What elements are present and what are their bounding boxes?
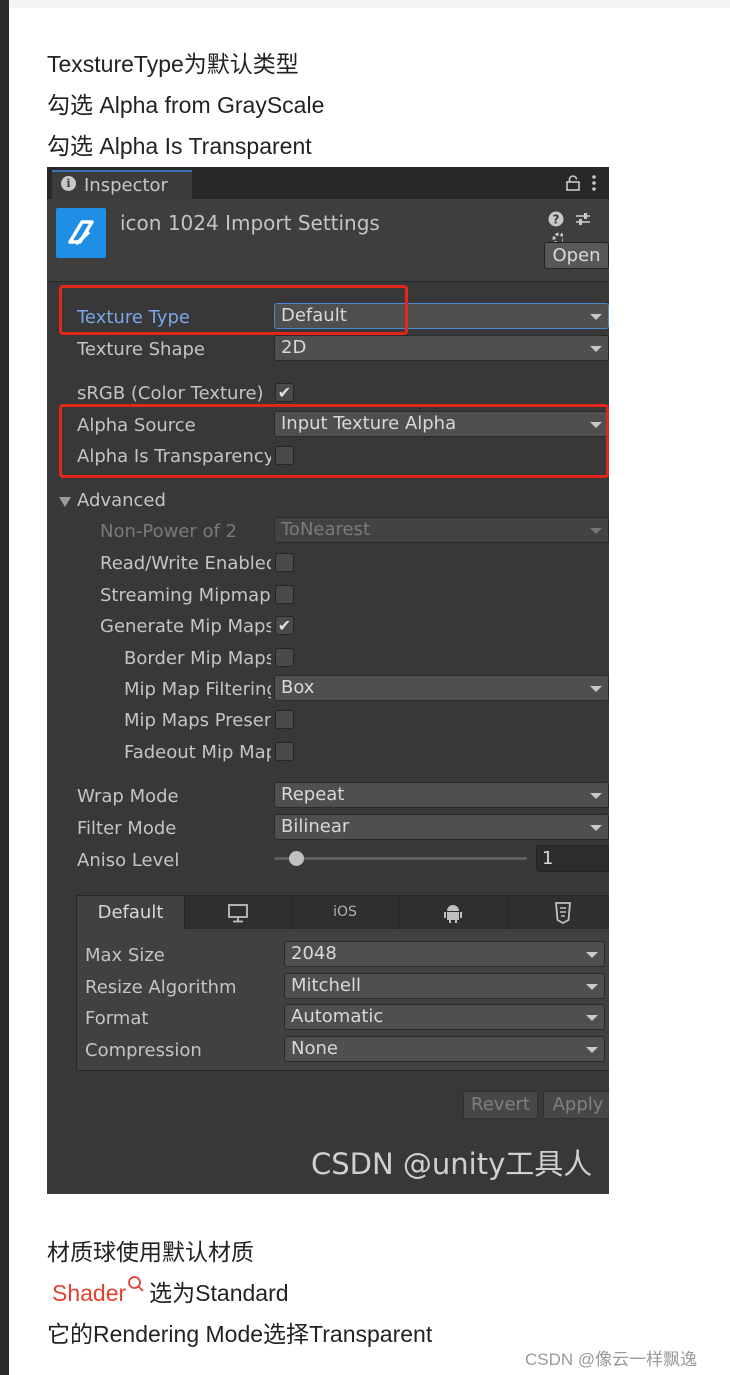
streaming-mipmaps-checkbox[interactable] — [275, 585, 294, 604]
monitor-icon — [228, 904, 248, 923]
chevron-down-icon — [586, 984, 598, 990]
aniso-slider-track[interactable] — [274, 857, 527, 860]
aniso-slider-handle[interactable] — [289, 851, 304, 866]
advanced-foldout-arrow-icon[interactable] — [59, 497, 71, 507]
texture-shape-value: 2D — [281, 337, 307, 358]
max-size-value: 2048 — [291, 943, 337, 964]
svg-text:?: ? — [553, 213, 560, 227]
non-power-of-2-label: Non-Power of 2 — [100, 521, 238, 542]
fadeout-mip-maps-checkbox[interactable] — [275, 742, 294, 761]
mip-map-filtering-label: Mip Map Filtering — [124, 679, 271, 700]
article-line-6: 它的Rendering Mode选择Transparent — [47, 1321, 433, 1347]
format-dropdown[interactable]: Automatic — [284, 1004, 605, 1030]
texture-preview-icon — [56, 208, 106, 258]
platform-tab-bar: Default iOS — [77, 896, 609, 929]
mip-maps-preserve-checkbox[interactable] — [275, 710, 294, 729]
info-icon: i — [61, 176, 76, 191]
resize-algorithm-label: Resize Algorithm — [85, 977, 237, 998]
android-icon — [444, 905, 462, 923]
fadeout-mip-maps-label: Fadeout Mip Maps — [124, 742, 271, 763]
format-value: Automatic — [291, 1006, 384, 1027]
chevron-down-icon — [590, 346, 602, 352]
chevron-down-icon — [586, 1015, 598, 1021]
srgb-label: sRGB (Color Texture) — [77, 383, 264, 404]
generate-mip-maps-label: Generate Mip Maps — [100, 616, 271, 637]
wrap-mode-dropdown[interactable]: Repeat — [274, 782, 609, 808]
import-settings-title: icon 1024 Import Settings — [120, 211, 380, 235]
platform-settings-panel: Default iOS Max Size 2048 Resize Algorit… — [76, 895, 609, 1071]
csdn-watermark: CSDN @unity工具人 — [311, 1147, 593, 1181]
mip-map-filtering-dropdown[interactable]: Box — [274, 675, 609, 701]
border-mip-maps-checkbox[interactable] — [275, 648, 294, 667]
srgb-checkbox[interactable]: ✔ — [275, 383, 294, 402]
presets-icon[interactable] — [574, 211, 592, 227]
inspector-tab-label: Inspector — [84, 175, 168, 196]
chevron-down-icon — [590, 314, 602, 320]
revert-button[interactable]: Revert — [463, 1091, 538, 1119]
chevron-down-icon — [590, 793, 602, 799]
non-power-of-2-value: ToNearest — [281, 519, 371, 540]
menu-kebab-icon[interactable] — [591, 173, 597, 193]
read-write-checkbox[interactable] — [275, 553, 294, 572]
aniso-level-field[interactable]: 1 — [536, 845, 609, 872]
tab-ios[interactable]: iOS — [292, 896, 399, 929]
tab-standalone[interactable] — [185, 896, 292, 929]
search-icon[interactable] — [127, 1275, 145, 1293]
texture-type-highlight — [59, 285, 408, 335]
import-settings-header: icon 1024 Import Settings ? Open — [47, 199, 609, 282]
filter-mode-value: Bilinear — [281, 816, 350, 837]
chevron-down-icon — [590, 825, 602, 831]
left-edge-strip — [0, 0, 9, 1375]
article-line-3: 勾选 Alpha Is Transparent — [47, 133, 312, 159]
filter-mode-dropdown[interactable]: Bilinear — [274, 814, 609, 840]
article-line-2: 勾选 Alpha from GrayScale — [47, 92, 325, 118]
inspector-screenshot: i Inspector icon 1024 Import Settings ? — [47, 167, 609, 1194]
read-write-label: Read/Write Enabled — [100, 553, 271, 574]
generate-mip-maps-checkbox[interactable]: ✔ — [275, 616, 294, 635]
top-edge-bar — [9, 0, 730, 8]
lock-icon[interactable] — [566, 175, 580, 191]
compression-value: None — [291, 1038, 338, 1059]
article-line-5-text: 选为Standard — [149, 1280, 289, 1306]
tab-webgl[interactable] — [508, 896, 609, 929]
texture-shape-dropdown[interactable]: 2D — [274, 335, 609, 361]
advanced-foldout-label[interactable]: Advanced — [77, 490, 166, 511]
max-size-label: Max Size — [85, 945, 165, 966]
article-line-5: Shader 选为Standard — [47, 1276, 289, 1307]
apply-button[interactable]: Apply — [543, 1091, 609, 1119]
tab-android[interactable] — [399, 896, 508, 929]
shader-link[interactable]: Shader — [52, 1280, 126, 1306]
article-line-1: TexstureType为默认类型 — [47, 51, 299, 77]
inspector-tab[interactable]: i Inspector — [52, 170, 192, 199]
format-label: Format — [85, 1008, 149, 1029]
alpha-settings-highlight — [59, 404, 609, 478]
filter-mode-label: Filter Mode — [77, 818, 177, 839]
article-line-4: 材质球使用默认材质 — [47, 1239, 254, 1265]
chevron-down-icon — [590, 528, 602, 534]
chevron-down-icon — [586, 1047, 598, 1053]
wrap-mode-value: Repeat — [281, 784, 345, 805]
max-size-dropdown[interactable]: 2048 — [284, 941, 605, 967]
compression-label: Compression — [85, 1040, 202, 1061]
wrap-mode-label: Wrap Mode — [77, 786, 179, 807]
tab-default-platform[interactable]: Default — [77, 896, 185, 929]
csdn-author-watermark: CSDN @像云一样飘逸 — [525, 1350, 698, 1369]
streaming-mipmaps-label: Streaming Mipmaps — [100, 585, 271, 606]
chevron-down-icon — [586, 952, 598, 958]
open-button[interactable]: Open — [544, 242, 609, 269]
mip-maps-preserve-label: Mip Maps Preserve Coverage — [124, 710, 271, 731]
aniso-level-label: Aniso Level — [77, 850, 180, 871]
mip-map-filtering-value: Box — [281, 677, 315, 698]
inspector-tab-bar: i Inspector — [47, 167, 609, 199]
html5-icon — [554, 902, 571, 925]
chevron-down-icon — [590, 686, 602, 692]
help-icon[interactable]: ? — [548, 211, 564, 227]
resize-algorithm-value: Mitchell — [291, 975, 361, 996]
resize-algorithm-dropdown[interactable]: Mitchell — [284, 973, 605, 999]
texture-shape-label: Texture Shape — [77, 339, 205, 360]
compression-dropdown[interactable]: None — [284, 1036, 605, 1062]
border-mip-maps-label: Border Mip Maps — [124, 648, 271, 669]
non-power-of-2-dropdown: ToNearest — [274, 517, 609, 543]
